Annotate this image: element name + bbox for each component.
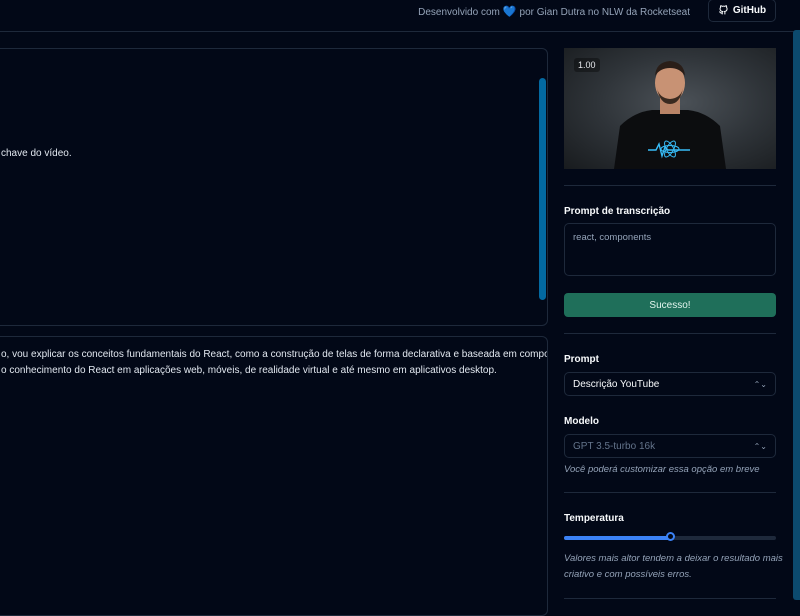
model-selected-value: GPT 3.5-turbo 16k xyxy=(573,440,656,452)
heart-icon: 💙 xyxy=(502,6,517,18)
prompt-selected-value: Descrição YouTube xyxy=(573,378,660,390)
github-label: GitHub xyxy=(732,5,767,16)
temperature-help-text: Valores mais altor tendem a deixar o res… xyxy=(564,553,783,580)
temperature-slider-thumb[interactable] xyxy=(665,532,675,541)
transcription-label: Prompt de transcrição xyxy=(564,206,671,217)
upload-success-button[interactable]: Sucesso! xyxy=(564,293,776,317)
editor-scrollbar[interactable] xyxy=(539,78,546,300)
github-icon xyxy=(718,4,729,18)
divider xyxy=(564,598,776,599)
result-line: o, vou explicar os conceitos fundamentai… xyxy=(1,349,548,360)
temperature-slider-fill xyxy=(564,536,670,540)
model-help-text: Você poderá customizar essa opção em bre… xyxy=(564,464,760,475)
prompt-text: chave do vídeo. xyxy=(1,148,72,159)
chevron-up-down-icon: ⌃⌄ xyxy=(753,441,767,451)
result-textarea[interactable]: o, vou explicar os conceitos fundamentai… xyxy=(0,336,548,616)
result-line: o conhecimento do React em aplicações we… xyxy=(1,365,497,376)
transcription-prompt-input[interactable]: react, components xyxy=(564,223,776,276)
divider xyxy=(564,492,776,493)
app-header: Desenvolvido com 💙 por Gian Dutra no NLW d… xyxy=(0,0,800,32)
divider xyxy=(564,185,776,186)
divider xyxy=(564,333,776,334)
video-preview[interactable]: 1.00 xyxy=(564,48,776,169)
model-select[interactable]: GPT 3.5-turbo 16k ⌃⌄ xyxy=(564,434,776,458)
temperature-label: Temperatura xyxy=(564,513,624,524)
prompt-label: Prompt xyxy=(564,354,599,365)
temperature-slider[interactable] xyxy=(564,532,776,541)
credit-text: Desenvolvido com 💙 por Gian Dutra no NLW d… xyxy=(418,6,690,18)
prompt-textarea[interactable]: chave do vídeo. xyxy=(0,48,548,326)
github-button[interactable]: GitHub xyxy=(708,0,776,22)
prompt-select[interactable]: Descrição YouTube ⌃⌄ xyxy=(564,372,776,396)
page-scrollbar[interactable] xyxy=(793,30,800,600)
chevron-up-down-icon: ⌃⌄ xyxy=(753,379,767,389)
playback-speed[interactable]: 1.00 xyxy=(574,58,600,72)
model-label: Modelo xyxy=(564,416,599,427)
